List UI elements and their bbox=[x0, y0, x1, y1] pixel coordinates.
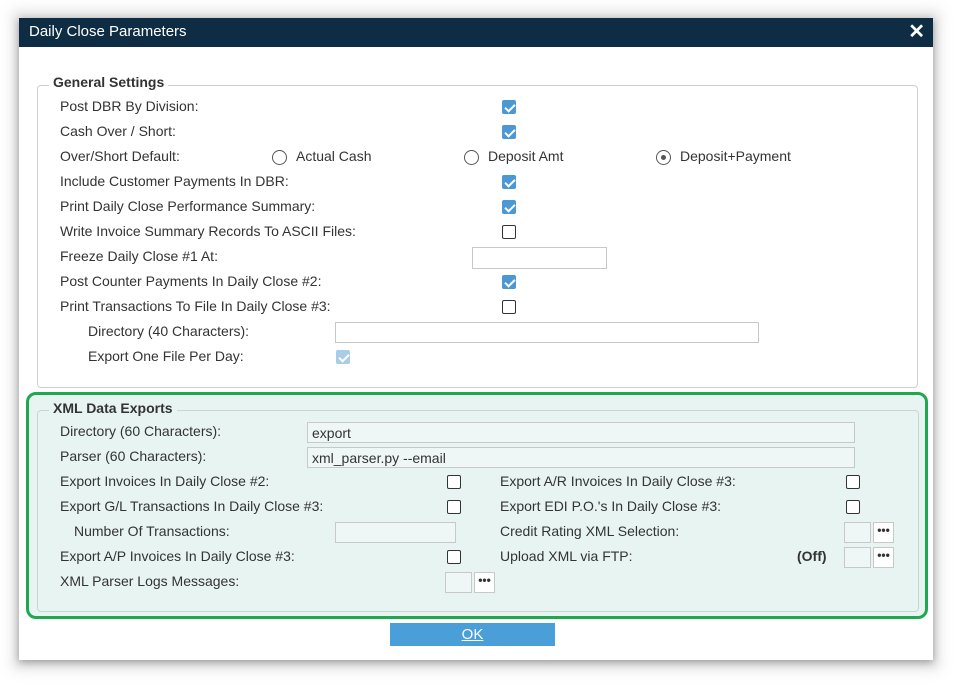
xml-data-exports-highlight: XML Data Exports Directory (60 Character… bbox=[26, 392, 928, 619]
write-invoice-summary-checkbox[interactable] bbox=[502, 225, 516, 239]
export-ar-dc3-label: Export A/R Invoices In Daily Close #3: bbox=[500, 473, 736, 489]
print-transactions-file-checkbox[interactable] bbox=[502, 300, 516, 314]
post-counter-payments-checkbox[interactable] bbox=[502, 275, 516, 289]
upload-xml-ftp-status: (Off) bbox=[797, 548, 827, 564]
export-gl-dc3-checkbox[interactable] bbox=[447, 500, 461, 514]
radio-actual-cash[interactable] bbox=[272, 150, 287, 165]
xml-parser-logs-label: XML Parser Logs Messages: bbox=[60, 573, 240, 589]
radio-actual-cash-label: Actual Cash bbox=[296, 148, 372, 164]
xml-directory-label: Directory (60 Characters): bbox=[60, 423, 222, 439]
credit-rating-selection-label: Credit Rating XML Selection: bbox=[500, 523, 680, 539]
export-one-file-label: Export One File Per Day: bbox=[88, 348, 244, 364]
export-ap-dc3-checkbox[interactable] bbox=[447, 550, 461, 564]
directory-40-label: Directory (40 Characters): bbox=[88, 323, 250, 339]
export-invoices-dc2-checkbox[interactable] bbox=[447, 475, 461, 489]
xml-data-exports-legend: XML Data Exports bbox=[49, 400, 177, 416]
write-invoice-summary-label: Write Invoice Summary Records To ASCII F… bbox=[60, 223, 356, 239]
export-ap-dc3-label: Export A/P Invoices In Daily Close #3: bbox=[60, 548, 295, 564]
include-customer-payments-label: Include Customer Payments In DBR: bbox=[60, 173, 289, 189]
post-counter-payments-label: Post Counter Payments In Daily Close #2: bbox=[60, 273, 322, 289]
close-icon[interactable]: ✕ bbox=[908, 20, 925, 44]
export-invoices-dc2-label: Export Invoices In Daily Close #2: bbox=[60, 473, 270, 489]
title-bar: Daily Close Parameters ✕ bbox=[19, 18, 933, 47]
print-performance-summary-label: Print Daily Close Performance Summary: bbox=[60, 198, 316, 214]
include-customer-payments-checkbox[interactable] bbox=[502, 175, 516, 189]
upload-xml-ftp-ellipsis-button[interactable]: ••• bbox=[873, 547, 894, 568]
dialog-title: Daily Close Parameters bbox=[29, 23, 187, 40]
radio-deposit-payment[interactable] bbox=[656, 150, 671, 165]
xml-parser-logs-ellipsis-button[interactable]: ••• bbox=[474, 572, 495, 593]
credit-rating-ellipsis-button[interactable]: ••• bbox=[873, 522, 894, 543]
upload-xml-ftp-label: Upload XML via FTP: bbox=[500, 548, 633, 564]
freeze-daily-close-label: Freeze Daily Close #1 At: bbox=[60, 248, 218, 264]
export-ar-dc3-checkbox[interactable] bbox=[846, 475, 860, 489]
xml-parser-input[interactable]: xml_parser.py --email bbox=[307, 447, 855, 468]
general-settings-legend: General Settings bbox=[49, 74, 169, 90]
number-of-transactions-label: Number Of Transactions: bbox=[74, 523, 230, 539]
print-transactions-file-label: Print Transactions To File In Daily Clos… bbox=[60, 298, 331, 314]
xml-parser-label: Parser (60 Characters): bbox=[60, 448, 207, 464]
radio-deposit-amt[interactable] bbox=[464, 150, 479, 165]
radio-deposit-amt-label: Deposit Amt bbox=[488, 148, 564, 164]
cash-over-short-label: Cash Over / Short: bbox=[60, 123, 176, 139]
freeze-daily-close-input[interactable] bbox=[472, 247, 607, 269]
upload-xml-ftp-input[interactable] bbox=[844, 547, 871, 568]
export-one-file-checkbox bbox=[336, 350, 350, 364]
credit-rating-selection-input[interactable] bbox=[844, 522, 871, 543]
print-performance-summary-checkbox[interactable] bbox=[502, 200, 516, 214]
export-edi-dc3-label: Export EDI P.O.'s In Daily Close #3: bbox=[500, 498, 722, 514]
over-short-default-label: Over/Short Default: bbox=[60, 148, 180, 164]
xml-parser-logs-input[interactable] bbox=[445, 572, 472, 593]
post-dbr-checkbox[interactable] bbox=[502, 100, 516, 114]
export-gl-dc3-label: Export G/L Transactions In Daily Close #… bbox=[60, 498, 324, 514]
ok-button[interactable]: OK bbox=[390, 623, 555, 646]
radio-deposit-payment-label: Deposit+Payment bbox=[680, 148, 791, 164]
daily-close-dialog: Daily Close Parameters ✕ General Setting… bbox=[19, 18, 933, 660]
xml-directory-input[interactable]: export bbox=[307, 422, 855, 443]
post-dbr-label: Post DBR By Division: bbox=[60, 98, 199, 114]
export-edi-dc3-checkbox[interactable] bbox=[846, 500, 860, 514]
directory-40-input[interactable] bbox=[335, 322, 759, 343]
number-of-transactions-input[interactable] bbox=[335, 522, 456, 543]
cash-over-short-checkbox[interactable] bbox=[502, 125, 516, 139]
